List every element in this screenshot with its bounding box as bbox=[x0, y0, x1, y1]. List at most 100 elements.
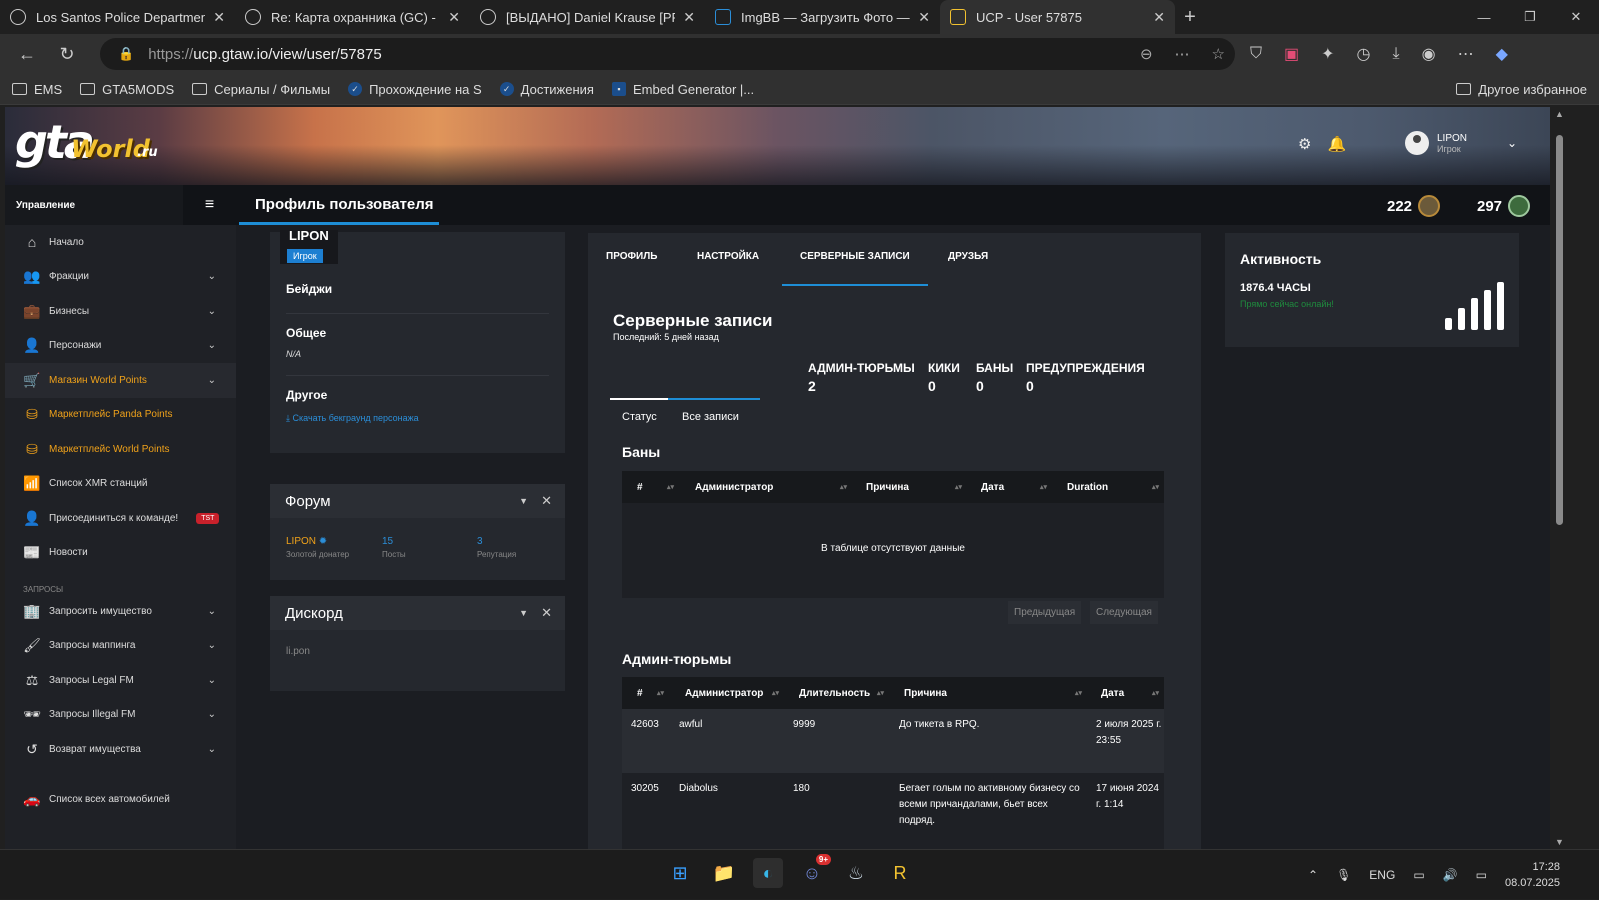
browser-tab[interactable]: ImgBB — Загрузить Фото — Хос ✕ bbox=[705, 0, 940, 34]
sidebar-item-property-return[interactable]: ↺ Возврат имущества ⌄ bbox=[5, 732, 236, 767]
sidebar-item-news[interactable]: 📰 Новости bbox=[5, 536, 236, 571]
history-icon[interactable]: ◷ bbox=[1357, 44, 1371, 64]
sidebar-item-request-property[interactable]: 🏢 Запросить имущество ⌄ bbox=[5, 594, 236, 629]
column-header[interactable]: Администратор bbox=[695, 482, 773, 493]
column-header[interactable]: # bbox=[637, 482, 643, 493]
close-icon[interactable]: ✕ bbox=[1153, 9, 1165, 26]
sidebar-item-join-team[interactable]: 👤 Присоединиться к команде! TST bbox=[5, 501, 236, 536]
volume-icon[interactable]: 🔊 bbox=[1443, 868, 1458, 882]
user-menu[interactable]: LIPON Игрок ⌄ bbox=[1405, 131, 1517, 155]
close-window-icon[interactable]: ✕ bbox=[1553, 0, 1599, 34]
tab-friends[interactable]: ДРУЗЬЯ bbox=[948, 251, 988, 262]
column-header[interactable]: Duration bbox=[1067, 482, 1108, 493]
clock[interactable]: 17:28 08.07.2025 bbox=[1505, 859, 1560, 891]
column-header[interactable]: Причина bbox=[904, 688, 947, 699]
new-tab-button[interactable]: + bbox=[1175, 0, 1205, 34]
network-icon[interactable]: ▭ bbox=[1413, 868, 1424, 882]
sidebar-item-world-marketplace[interactable]: ⛁ Маркетплейс World Points bbox=[5, 432, 236, 467]
sidebar-item-characters[interactable]: 👤 Персонажи ⌄ bbox=[5, 329, 236, 364]
forum-username[interactable]: LIPON ✹ bbox=[286, 536, 349, 547]
bookmark-link[interactable]: ✓ Достижения bbox=[499, 82, 594, 97]
address-bar[interactable]: 🔒 https://ucp.gtaw.io/view/user/57875 ⊖ … bbox=[100, 38, 1235, 70]
column-header[interactable]: Администратор bbox=[685, 688, 763, 699]
download-background-link[interactable]: ⤓ Скачать бекграунд персонажа bbox=[286, 413, 419, 424]
favorite-star-icon[interactable]: ☆ bbox=[1212, 45, 1225, 63]
restore-icon[interactable]: ❐ bbox=[1507, 0, 1553, 34]
page-scrollbar[interactable]: ▲ ▼ bbox=[1553, 107, 1566, 849]
back-icon[interactable]: ← bbox=[7, 34, 47, 74]
scrollbar-thumb[interactable] bbox=[1556, 135, 1563, 525]
microphone-icon[interactable]: 🎙 bbox=[1336, 868, 1351, 882]
minimize-icon[interactable]: — bbox=[1461, 0, 1507, 34]
copilot-icon[interactable]: ◆ bbox=[1496, 44, 1508, 64]
bookmark-folder[interactable]: Сериалы / Фильмы bbox=[192, 82, 330, 97]
bell-icon[interactable]: 🔔 bbox=[1327, 135, 1346, 153]
sidebar-item-xmr-stations[interactable]: 📶 Список XMR станций bbox=[5, 467, 236, 502]
subtab-status[interactable]: Статус bbox=[622, 411, 657, 423]
previous-button[interactable]: Предыдущая bbox=[1008, 601, 1082, 624]
sidebar-item-illegal-fm[interactable]: 🕶 Запросы Illegal FM ⌄ bbox=[5, 698, 236, 733]
profile-avatar-icon[interactable]: ◉ bbox=[1422, 44, 1436, 64]
reload-icon[interactable]: ↻ bbox=[47, 34, 87, 74]
reader-icon[interactable]: ⋯ bbox=[1175, 45, 1190, 63]
close-icon[interactable]: ✕ bbox=[541, 605, 552, 621]
scroll-down-icon[interactable]: ▼ bbox=[1555, 837, 1564, 847]
bookmark-folder[interactable]: GTA5MODS bbox=[80, 82, 174, 97]
shield-icon[interactable]: ⛉ bbox=[1250, 45, 1262, 63]
browser-tab[interactable]: [ВЫДАНО] Daniel Krause [PF] - Sl ✕ bbox=[470, 0, 705, 34]
browser-tab[interactable]: Los Santos Police Department - H ✕ bbox=[0, 0, 235, 34]
lock-icon[interactable]: 🔒 bbox=[118, 46, 134, 62]
more-icon[interactable]: ⋯ bbox=[1458, 44, 1474, 64]
battery-icon[interactable]: ▭ bbox=[1476, 868, 1487, 882]
scroll-up-icon[interactable]: ▲ bbox=[1555, 109, 1564, 119]
sidebar-item-businesses[interactable]: 💼 Бизнесы ⌄ bbox=[5, 294, 236, 329]
browser-tab[interactable]: Re: Карта охранника (GC) - Los S ✕ bbox=[235, 0, 470, 34]
browser-tab-active[interactable]: UCP - User 57875 ✕ bbox=[940, 0, 1175, 34]
close-icon[interactable]: ✕ bbox=[448, 9, 460, 26]
bookmark-link[interactable]: ▪ Embed Generator |... bbox=[611, 82, 754, 97]
close-icon[interactable]: ✕ bbox=[683, 9, 695, 26]
column-header[interactable]: Дата bbox=[981, 482, 1004, 493]
discord-icon[interactable]: ☺ 9+ bbox=[797, 854, 831, 888]
close-icon[interactable]: ✕ bbox=[918, 9, 930, 26]
file-explorer-icon[interactable]: 📁 bbox=[709, 858, 739, 888]
collapse-toggle-icon[interactable]: ▼ bbox=[519, 496, 528, 506]
tab-settings[interactable]: НАСТРОЙКА bbox=[697, 251, 759, 262]
hamburger-menu-icon[interactable]: ≡ bbox=[183, 185, 236, 225]
settings-gear-icon[interactable]: ⚙ bbox=[1298, 135, 1311, 153]
site-logo[interactable]: gta World .ru bbox=[15, 115, 158, 171]
sidebar-item-legal-fm[interactable]: ⚖ Запросы Legal FM ⌄ bbox=[5, 663, 236, 698]
chevron-up-icon[interactable]: ⌃ bbox=[1308, 868, 1318, 882]
other-bookmarks[interactable]: Другое избранное bbox=[1456, 82, 1587, 97]
column-header[interactable]: Длительность bbox=[799, 688, 870, 699]
sidebar-item-world-points-shop[interactable]: 🛒 Магазин World Points ⌄ bbox=[5, 363, 236, 398]
zoom-icon[interactable]: ⊖ bbox=[1140, 45, 1153, 63]
edge-browser-icon[interactable]: ◐ bbox=[753, 858, 783, 888]
bookmark-link[interactable]: ✓ Прохождение на S bbox=[348, 82, 482, 97]
column-header[interactable]: Причина bbox=[866, 482, 909, 493]
sidebar-item-mapping-requests[interactable]: 🖌 Запросы маппинга ⌄ bbox=[5, 629, 236, 664]
bookmark-label: Сериалы / Фильмы bbox=[214, 81, 331, 97]
tab-profile[interactable]: ПРОФИЛЬ bbox=[606, 251, 657, 262]
collapse-toggle-icon[interactable]: ▼ bbox=[519, 608, 528, 618]
close-icon[interactable]: ✕ bbox=[213, 9, 225, 26]
steam-icon[interactable]: ♨ bbox=[841, 858, 871, 888]
close-icon[interactable]: ✕ bbox=[541, 493, 552, 509]
puzzle-icon[interactable]: ✦ bbox=[1321, 44, 1334, 64]
windows-start-icon[interactable]: ⊞ bbox=[665, 858, 695, 888]
sidebar-item-label: Запросы маппинга bbox=[49, 640, 136, 652]
bookmark-folder[interactable]: EMS bbox=[12, 82, 62, 97]
sidebar-item-factions[interactable]: 👥 Фракции ⌄ bbox=[5, 260, 236, 295]
column-header[interactable]: # bbox=[637, 688, 643, 699]
rage-mp-icon[interactable]: R bbox=[885, 858, 915, 888]
tab-server-records[interactable]: СЕРВЕРНЫЕ ЗАПИСИ bbox=[800, 251, 910, 262]
sidebar-item-panda-marketplace[interactable]: ⛁ Маркетплейс Panda Points bbox=[5, 398, 236, 433]
sidebar-item-home[interactable]: ⌂ Начало bbox=[5, 225, 236, 260]
next-button[interactable]: Следующая bbox=[1090, 601, 1158, 624]
extension-icon[interactable]: ▣ bbox=[1284, 44, 1299, 64]
download-icon[interactable]: ⤓ bbox=[1393, 45, 1400, 63]
subtab-all-records[interactable]: Все записи bbox=[682, 411, 739, 423]
language-indicator[interactable]: ENG bbox=[1369, 868, 1395, 882]
column-header[interactable]: Дата bbox=[1101, 688, 1124, 699]
sidebar-item-vehicles[interactable]: 🚗 Список всех автомобилей bbox=[5, 783, 236, 818]
